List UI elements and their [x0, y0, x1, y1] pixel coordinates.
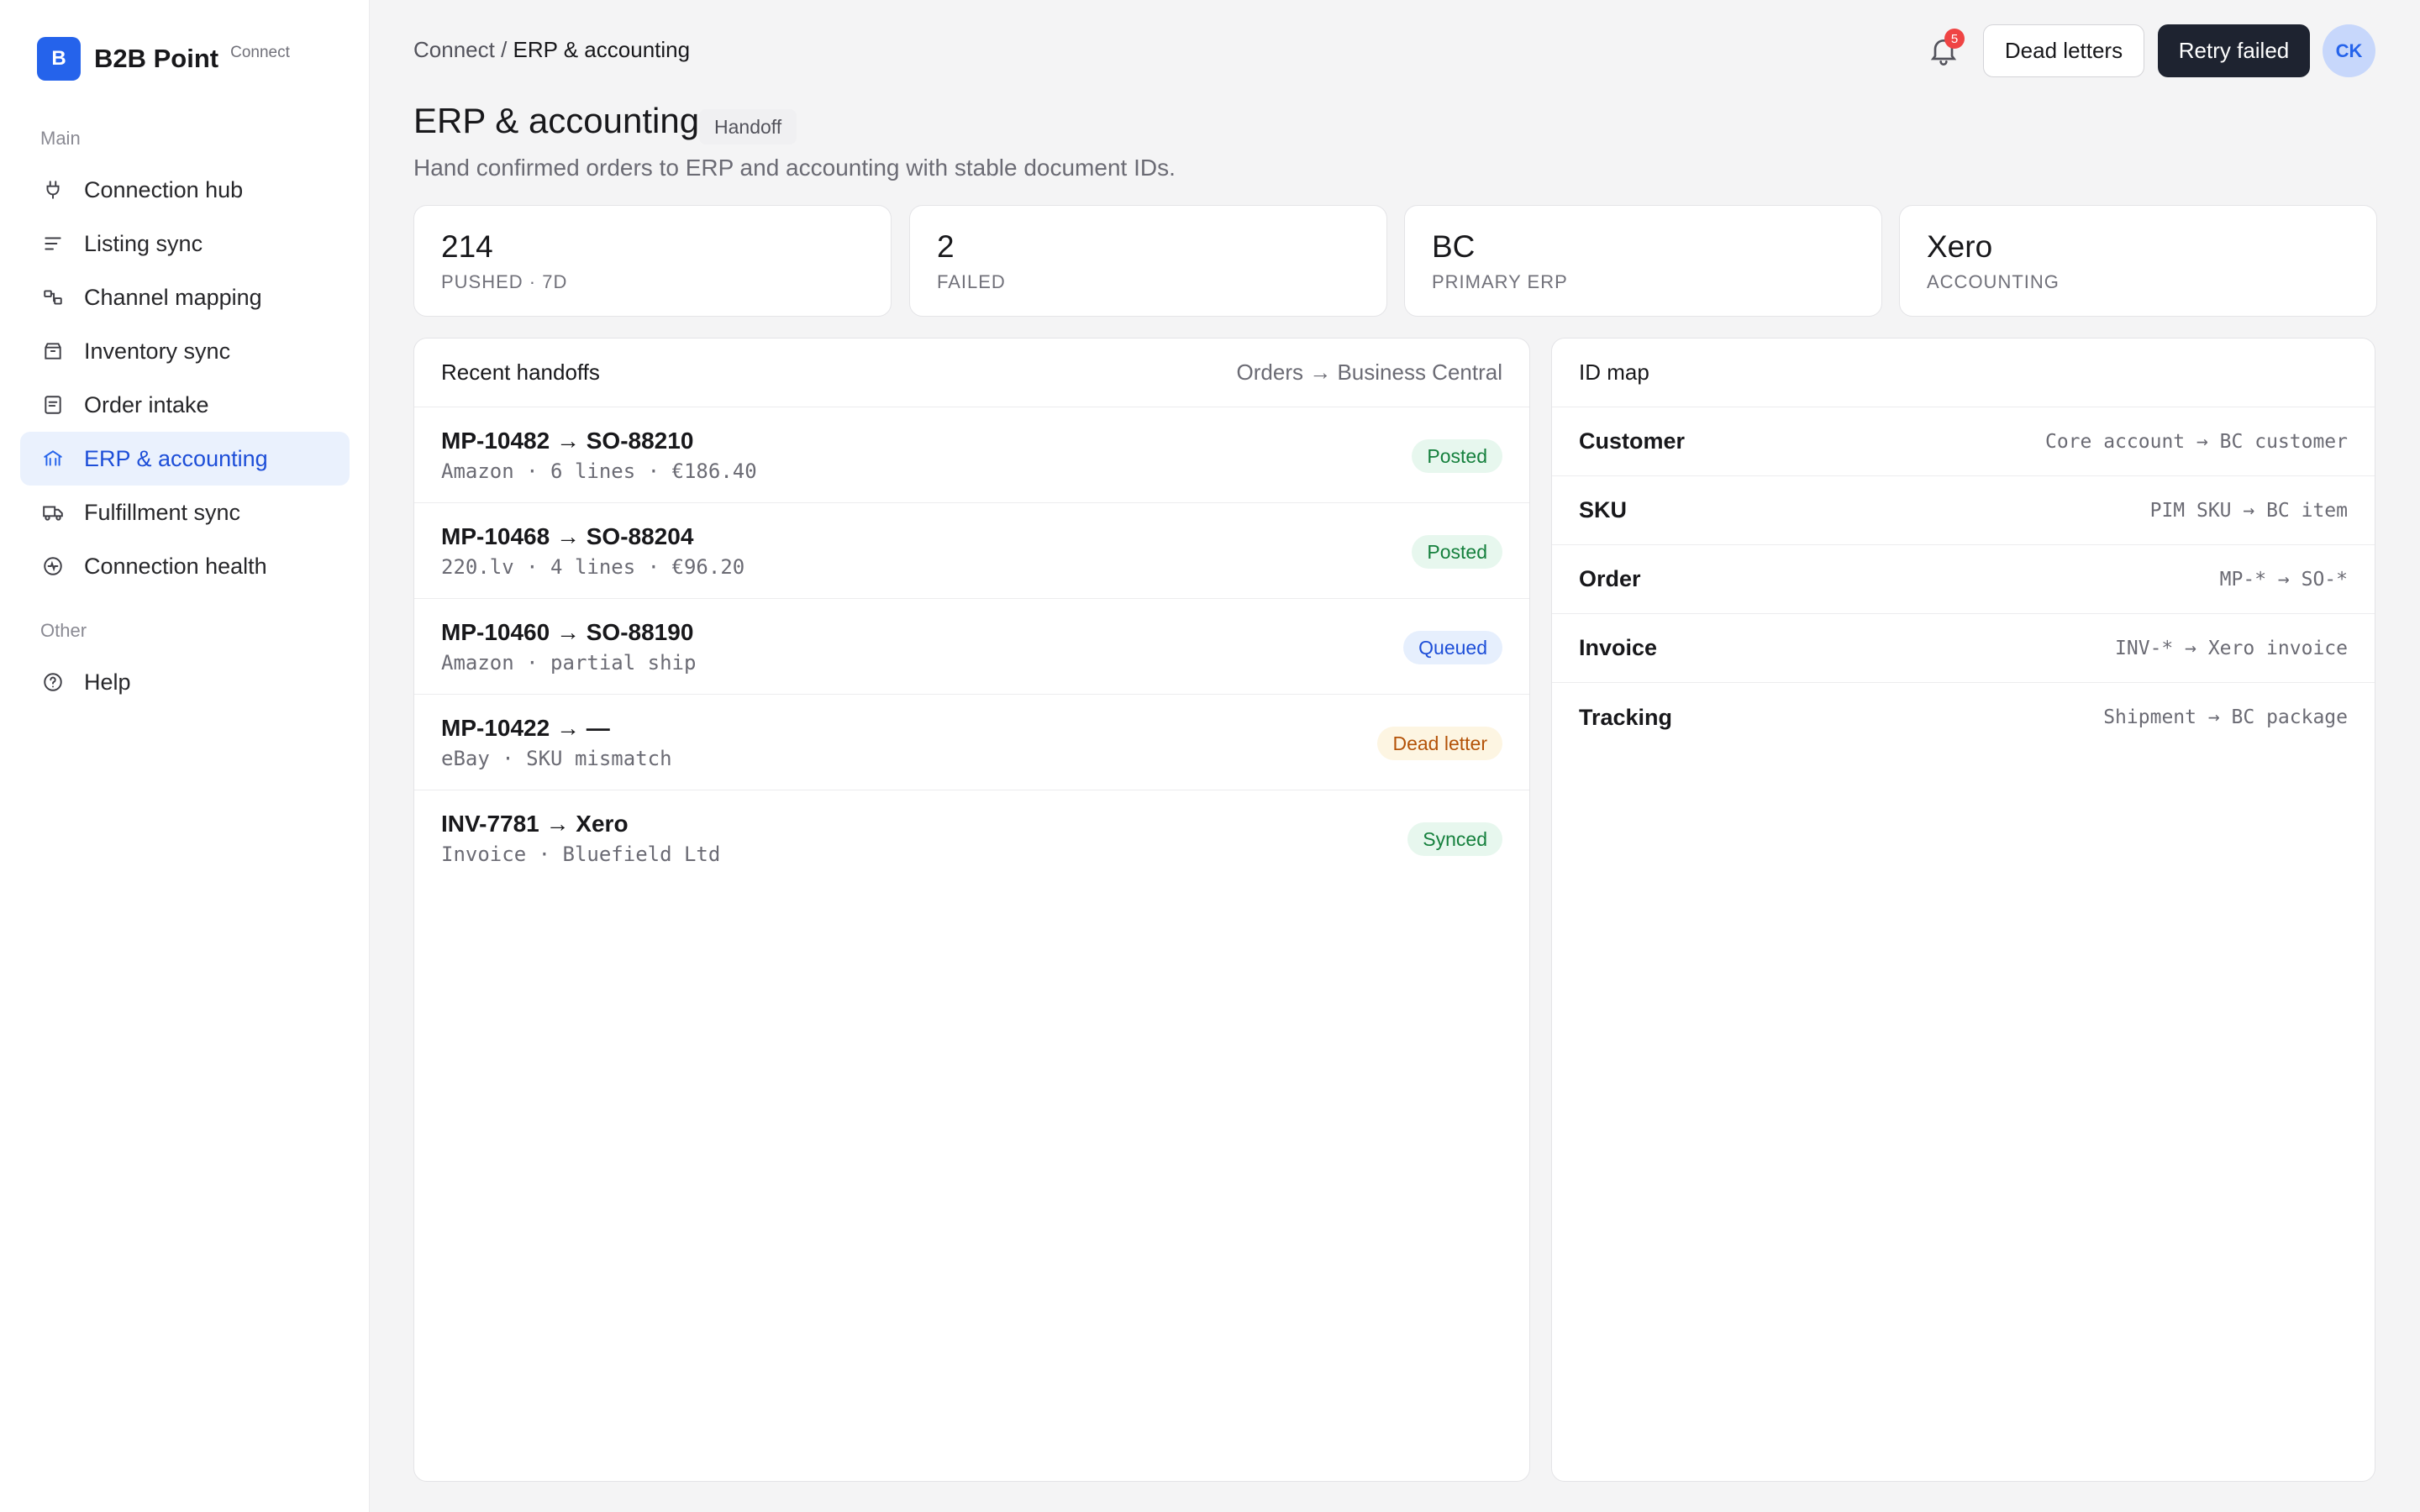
panel-title: ID map — [1579, 360, 1649, 385]
handoff-title: MP-10468 → SO-88204 — [441, 523, 694, 549]
status-badge: Posted — [1412, 535, 1502, 569]
id-map-row: Customer Core account → BC customer — [1552, 407, 2375, 476]
brand-name: B2B Point — [94, 44, 219, 73]
sidebar-item-inventory-sync[interactable]: Inventory sync — [20, 324, 350, 378]
mapping-icon — [42, 286, 64, 308]
id-map-key: Invoice — [1579, 635, 1658, 660]
id-map-key: SKU — [1579, 497, 1628, 522]
handoff-title: MP-10482 → SO-88210 — [441, 428, 694, 454]
page-title: ERP & accounting — [413, 101, 700, 140]
handoff-title: MP-10422 → — — [441, 715, 610, 741]
sidebar-item-connection-hub[interactable]: Connection hub — [20, 163, 350, 217]
handoff-title: INV-7781 → Xero — [441, 811, 629, 837]
panel-meta: Orders → Business Central — [1236, 360, 1502, 385]
id-map-row: SKU PIM SKU → BC item — [1552, 476, 2375, 545]
list-item[interactable]: MP-10422 → — eBay · SKU mismatch Dead le… — [414, 695, 1529, 790]
sidebar-item-label: Connection hub — [84, 176, 244, 202]
dead-letters-button[interactable]: Dead letters — [1983, 24, 2144, 77]
handoff-detail: Amazon · partial ship — [441, 651, 697, 675]
list-item[interactable]: INV-7781 → Xero Invoice · Bluefield Ltd … — [414, 790, 1529, 886]
list-item[interactable]: MP-10482 → SO-88210 Amazon · 6 lines · €… — [414, 407, 1529, 503]
nav-section-main: Main — [40, 128, 81, 149]
id-map-row: Invoice INV-* → Xero invoice — [1552, 614, 2375, 683]
stat-value: BC — [1432, 229, 1476, 264]
recent-handoffs-panel: Recent handoffs Orders → Business Centra… — [413, 338, 1530, 1482]
box-icon — [42, 340, 64, 362]
sidebar-item-erp-accounting[interactable]: ERP & accounting — [20, 432, 350, 486]
handoff-detail: Amazon · 6 lines · €186.40 — [441, 459, 757, 483]
id-map-key: Tracking — [1579, 704, 1673, 730]
stat-label: PRIMARY ERP — [1432, 271, 1568, 292]
stat-card-failed: 2 FAILED — [909, 205, 1387, 317]
id-map-panel: ID map Customer Core account → BC custom… — [1551, 338, 2375, 1482]
sidebar-item-label: Help — [84, 669, 131, 695]
list-item[interactable]: MP-10468 → SO-88204 220.lv · 4 lines · €… — [414, 503, 1529, 599]
id-map-value: Core account → BC customer — [2044, 430, 2348, 453]
stat-card-accounting: Xero ACCOUNTING — [1899, 205, 2377, 317]
truck-icon — [42, 501, 64, 523]
status-badge: Dead letter — [1377, 727, 1502, 760]
sidebar-item-label: Channel mapping — [84, 284, 262, 310]
brand[interactable]: B B2B Point Connect — [37, 37, 290, 81]
handoff-title: MP-10460 → SO-88190 — [441, 619, 694, 645]
handoff-detail: Invoice · Bluefield Ltd — [441, 843, 721, 866]
panel-header: ID map — [1552, 339, 2375, 407]
breadcrumb: Connect / ERP & accounting — [413, 37, 690, 63]
nav-section-other: Other — [40, 620, 87, 641]
id-map-row: Tracking Shipment → BC package — [1552, 683, 2375, 752]
stat-card-pushed: 214 PUSHED · 7D — [413, 205, 892, 317]
handoff-detail: 220.lv · 4 lines · €96.20 — [441, 555, 745, 579]
plug-icon — [42, 179, 64, 201]
stat-value: 214 — [441, 229, 493, 264]
status-badge: Posted — [1412, 439, 1502, 473]
id-map-row: Order MP-* → SO-* — [1552, 545, 2375, 614]
list-icon — [42, 233, 64, 255]
avatar[interactable]: CK — [2323, 24, 2375, 77]
brand-tag: Connect — [230, 44, 290, 61]
sidebar-item-order-intake[interactable]: Order intake — [20, 378, 350, 432]
sidebar-item-connection-health[interactable]: Connection health — [20, 539, 350, 593]
sidebar-item-label: ERP & accounting — [84, 445, 268, 471]
panel-title: Recent handoffs — [441, 360, 600, 385]
handoff-detail: eBay · SKU mismatch — [441, 747, 672, 770]
breadcrumb-root[interactable]: Connect / — [413, 37, 507, 62]
sidebar-item-label: Fulfillment sync — [84, 499, 241, 525]
list-item[interactable]: MP-10460 → SO-88190 Amazon · partial shi… — [414, 599, 1529, 695]
sidebar-item-help[interactable]: Help — [20, 655, 350, 709]
stat-label: FAILED — [937, 271, 1006, 292]
status-badge: Queued — [1403, 631, 1502, 664]
stat-label: PUSHED · 7D — [441, 271, 568, 292]
page-subtitle: Hand confirmed orders to ERP and account… — [413, 155, 1176, 181]
retry-failed-button[interactable]: Retry failed — [2158, 24, 2310, 77]
panel-header: Recent handoffs Orders → Business Centra… — [414, 339, 1529, 407]
sidebar-item-listing-sync[interactable]: Listing sync — [20, 217, 350, 270]
sidebar-item-label: Connection health — [84, 553, 267, 579]
pulse-icon — [42, 555, 64, 577]
notification-badge: 5 — [1944, 29, 1965, 49]
stat-card-primary-erp: BC PRIMARY ERP — [1404, 205, 1882, 317]
document-icon — [42, 394, 64, 416]
sidebar-item-label: Order intake — [84, 391, 209, 417]
id-map-value: Shipment → BC package — [2103, 706, 2348, 728]
help-icon — [42, 671, 64, 693]
stat-value: 2 — [937, 229, 955, 264]
stat-value: Xero — [1927, 229, 1993, 264]
brand-logo: B — [37, 37, 81, 81]
breadcrumb-current: ERP & accounting — [513, 37, 691, 62]
id-map-key: Order — [1579, 566, 1641, 591]
sidebar-item-fulfillment-sync[interactable]: Fulfillment sync — [20, 486, 350, 539]
sidebar-item-label: Inventory sync — [84, 338, 231, 364]
bank-icon — [42, 448, 64, 470]
page-badge: Handoff — [699, 109, 797, 144]
sidebar-item-channel-mapping[interactable]: Channel mapping — [20, 270, 350, 324]
id-map-value: PIM SKU → BC item — [2149, 499, 2348, 522]
sidebar: B B2B Point Connect Main Connection hub … — [0, 0, 370, 1512]
id-map-value: INV-* → Xero invoice — [2115, 637, 2348, 659]
status-badge: Synced — [1407, 822, 1502, 856]
stat-label: ACCOUNTING — [1927, 271, 2060, 292]
id-map-key: Customer — [1579, 428, 1686, 454]
sidebar-item-label: Listing sync — [84, 230, 203, 256]
id-map-value: MP-* → SO-* — [2219, 568, 2348, 591]
